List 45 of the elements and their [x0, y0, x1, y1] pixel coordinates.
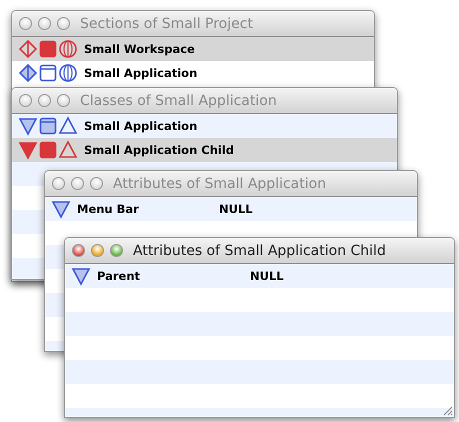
triangle-down-icon [18, 140, 38, 160]
minimize-button[interactable] [91, 244, 104, 257]
triangle-up-icon [58, 116, 78, 136]
window-title: Attributes of Small Application Child [133, 242, 386, 258]
attribute-name: Menu Bar [77, 202, 140, 216]
minimize-button[interactable] [38, 17, 51, 30]
window-icon [39, 140, 57, 160]
attribute-value: NULL [250, 269, 284, 283]
globe-icon [58, 39, 78, 59]
window-icon [39, 63, 57, 83]
triangle-down-icon [71, 266, 91, 286]
attribute-name: Parent [97, 269, 142, 283]
resize-grip[interactable] [441, 404, 453, 416]
triangle-down-icon [51, 199, 71, 219]
attribute-row[interactable]: Menu Bar NULL [45, 197, 417, 221]
item-name: Small Application [84, 66, 198, 80]
item-name: Small Workspace [84, 42, 196, 56]
window-icon [39, 116, 57, 136]
globe-icon [58, 63, 78, 83]
triangle-up-icon [58, 140, 78, 160]
close-button[interactable] [19, 94, 32, 107]
attribute-value: NULL [219, 202, 253, 216]
window-title: Sections of Small Project [80, 16, 253, 32]
list-row[interactable]: Small Application Child [12, 138, 397, 162]
list-row[interactable]: Small Application [12, 114, 397, 138]
diamond-icon [18, 39, 38, 59]
close-button[interactable] [72, 244, 85, 257]
list-row[interactable]: Small Workspace [12, 37, 374, 61]
close-button[interactable] [52, 177, 65, 190]
list-row[interactable]: Small Application [12, 61, 374, 85]
triangle-down-icon [18, 116, 38, 136]
zoom-button[interactable] [57, 17, 70, 30]
window-title: Attributes of Small Application [113, 176, 326, 192]
item-name: Small Application Child [84, 143, 234, 157]
zoom-button[interactable] [57, 94, 70, 107]
item-name: Small Application [84, 119, 198, 133]
window-icon [39, 39, 57, 59]
zoom-button[interactable] [90, 177, 103, 190]
minimize-button[interactable] [71, 177, 84, 190]
diamond-icon [18, 63, 38, 83]
zoom-button[interactable] [110, 244, 123, 257]
minimize-button[interactable] [38, 94, 51, 107]
close-button[interactable] [19, 17, 32, 30]
window-title: Classes of Small Application [80, 92, 277, 108]
attribute-row[interactable]: Parent NULL [65, 264, 454, 288]
